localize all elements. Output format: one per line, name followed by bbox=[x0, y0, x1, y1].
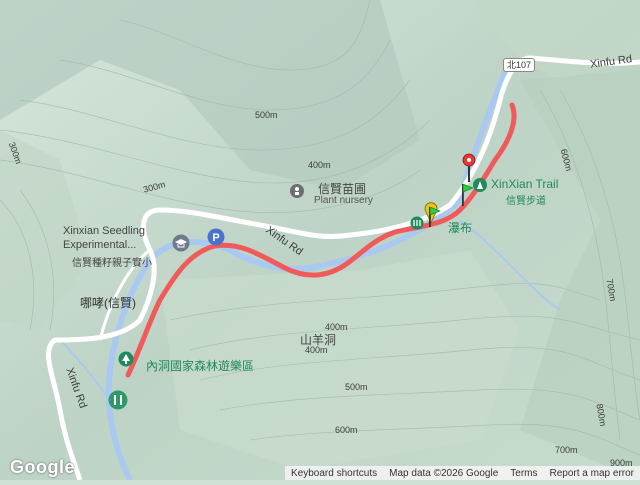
terms-link[interactable]: Terms bbox=[504, 468, 543, 479]
plant-nursery-label-en: Plant nursery bbox=[314, 195, 373, 206]
contour-label: 600m bbox=[335, 425, 358, 435]
mountain-label: 山羊洞 bbox=[300, 333, 337, 347]
school-icon[interactable] bbox=[172, 234, 190, 257]
xinxian-trail-label-en: XinXian Trail bbox=[491, 177, 559, 191]
contour-label: 500m bbox=[255, 110, 278, 120]
school-label-en-2: Experimental... bbox=[63, 239, 137, 251]
waterfall-icon[interactable] bbox=[410, 216, 424, 235]
parking-icon[interactable]: P bbox=[207, 228, 225, 251]
hiking-icon[interactable] bbox=[108, 390, 128, 415]
xinxian-trail-label-zh: 信賢步道 bbox=[506, 196, 546, 207]
attribution-bar: Keyboard shortcuts Map data ©2026 Google… bbox=[284, 466, 640, 480]
map-canvas[interactable]: 北107 Xinfu Rd Xinfu Rd Xinfu Rd 300m 400… bbox=[0, 0, 640, 482]
plant-nursery-icon[interactable] bbox=[289, 183, 305, 204]
contour-label: 400m bbox=[308, 160, 331, 170]
waterfall-label: 瀑布 bbox=[448, 221, 473, 235]
end-pin-icon[interactable] bbox=[461, 153, 477, 188]
svg-text:P: P bbox=[212, 232, 219, 244]
forest-park-label: 內洞國家森林遊樂區 bbox=[146, 359, 255, 373]
keyboard-shortcuts-link[interactable]: Keyboard shortcuts bbox=[285, 468, 383, 479]
start-flag-icon[interactable] bbox=[426, 205, 442, 234]
school-label-en-1: Xinxian Seedling bbox=[63, 225, 145, 237]
village-label: 哪哮(信賢) bbox=[80, 296, 136, 310]
park-icon[interactable] bbox=[118, 351, 134, 372]
contour-label: 700m bbox=[555, 445, 578, 455]
route-shield: 北107 bbox=[503, 58, 536, 72]
report-error-link[interactable]: Report a map error bbox=[544, 468, 640, 479]
contour-label: 500m bbox=[345, 382, 368, 392]
school-label-zh: 信賢種籽親子實小 bbox=[72, 258, 152, 269]
map-data-text: Map data ©2026 Google bbox=[389, 467, 499, 479]
google-logo: Google bbox=[10, 457, 75, 477]
